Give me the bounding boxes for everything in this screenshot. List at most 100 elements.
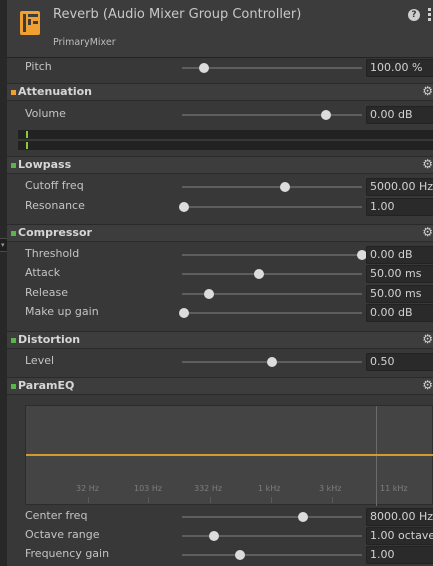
eq-center-marker [376,406,377,506]
vu-meter-left [18,130,433,139]
makeup-row: Make up gain 0.00 dB [7,303,433,323]
level-slider[interactable] [182,357,362,367]
compressor-title: Compressor [18,226,92,239]
octave-range-slider-thumb[interactable] [209,531,220,541]
resonance-slider[interactable] [178,202,362,212]
eq-grid-tick [332,497,333,503]
resonance-value-field[interactable]: 1.00 [366,198,433,216]
component-title: Reverb (Audio Mixer Group Controller) [53,7,302,22]
level-row: Level 0.50 [7,352,433,372]
level-value-field[interactable]: 0.50 [366,353,433,371]
left-edge-strip: ▾ [0,0,7,566]
eq-grid-tick [88,497,89,503]
lowpass-title: Lowpass [18,158,72,171]
eq-grid-tick [210,497,211,503]
release-row: Release 50.00 ms [7,284,433,304]
vu-meter-level [26,142,28,149]
attenuation-title: Attenuation [18,85,92,98]
cutoff-slider-thumb[interactable] [279,182,290,192]
gear-icon[interactable]: ⚙ [422,84,433,98]
frequency-gain-label: Frequency gain [25,547,110,560]
center-freq-slider-thumb[interactable] [297,512,308,522]
pitch-value-field[interactable]: 100.00 % [366,59,433,77]
distortion-color-swatch [11,338,16,343]
inspector-header: Reverb (Audio Mixer Group Controller) Pr… [7,0,433,58]
vu-meter-right [18,141,433,150]
eq-response-curve [26,454,433,456]
release-slider-thumb[interactable] [204,289,214,299]
makeup-label: Make up gain [25,305,99,318]
gear-icon[interactable]: ⚙ [422,157,433,171]
eq-grid-tick [271,497,272,503]
attack-label: Attack [25,266,61,279]
center-freq-row: Center freq 8000.00 Hz [7,507,433,527]
threshold-slider[interactable] [182,250,367,260]
threshold-value-field[interactable]: 0.00 dB [366,246,433,264]
attack-slider-thumb[interactable] [254,269,265,279]
level-label: Level [25,354,55,367]
cutoff-value-field[interactable]: 5000.00 Hz [366,178,433,196]
frequency-gain-slider-thumb[interactable] [234,550,245,560]
frequency-gain-row: Frequency gain 1.00 [7,545,433,565]
center-freq-value-field[interactable]: 8000.00 Hz [366,508,433,526]
inspector-panel: Reverb (Audio Mixer Group Controller) Pr… [7,0,433,566]
makeup-value-field[interactable]: 0.00 dB [366,304,433,322]
parameq-title: ParamEQ [18,379,75,392]
eq-response-graph[interactable]: 32 Hz 103 Hz 332 Hz 1 kHz 3 kHz 11 kHz [25,405,433,506]
cutoff-row: Cutoff freq 5000.00 Hz [7,177,433,197]
section-compressor[interactable]: Compressor ⚙ [7,224,433,242]
volume-label: Volume [25,107,66,120]
volume-row: Volume 0.00 dB [7,105,433,125]
eq-freq-label: 3 kHz [319,484,342,493]
eq-freq-label: 103 Hz [134,484,163,493]
mixer-name: PrimaryMixer [53,37,116,48]
volume-slider-thumb[interactable] [321,110,331,120]
release-label: Release [25,286,68,299]
audio-mixer-group-icon [20,11,40,35]
pitch-slider[interactable] [182,63,362,73]
octave-range-value-field[interactable]: 1.00 octave [366,527,433,545]
parameq-color-swatch [11,384,16,389]
cutoff-slider[interactable] [182,182,362,192]
attack-slider[interactable] [182,269,362,279]
attack-row: Attack 50.00 ms [7,264,433,284]
pitch-row: Pitch 100.00 % [7,58,433,78]
gear-icon[interactable]: ⚙ [422,332,433,346]
compressor-color-swatch [11,231,16,236]
resonance-row: Resonance 1.00 [7,197,433,217]
makeup-slider[interactable] [178,308,362,318]
volume-value-field[interactable]: 0.00 dB [366,106,433,124]
eq-freq-label: 32 Hz [76,484,99,493]
section-distortion[interactable]: Distortion ⚙ [7,331,433,349]
collapse-arrow-icon[interactable]: ▾ [0,238,7,252]
attack-value-field[interactable]: 50.00 ms [366,265,433,283]
release-value-field[interactable]: 50.00 ms [366,285,433,303]
section-lowpass[interactable]: Lowpass ⚙ [7,156,433,174]
section-attenuation[interactable]: Attenuation ⚙ [7,83,433,101]
eq-freq-label: 1 kHz [258,484,281,493]
octave-range-row: Octave range 1.00 octave [7,526,433,546]
octave-range-label: Octave range [25,528,100,541]
octave-range-slider[interactable] [182,531,362,541]
kebab-menu-icon[interactable] [428,8,432,22]
center-freq-slider[interactable] [182,512,362,522]
level-slider-thumb[interactable] [267,357,277,367]
distortion-title: Distortion [18,333,81,346]
gear-icon[interactable]: ⚙ [422,225,433,239]
resonance-slider-thumb[interactable] [178,202,189,212]
cutoff-label: Cutoff freq [25,179,84,192]
threshold-label: Threshold [25,247,80,260]
threshold-row: Threshold 0.00 dB [7,245,433,265]
volume-slider[interactable] [182,110,362,120]
section-parameq[interactable]: ParamEQ ⚙ [7,377,433,395]
pitch-slider-thumb[interactable] [198,63,209,73]
gear-icon[interactable]: ⚙ [422,378,433,392]
release-slider[interactable] [182,289,362,299]
pitch-label: Pitch [25,60,52,73]
center-freq-label: Center freq [25,509,88,522]
frequency-gain-value-field[interactable]: 1.00 [366,546,433,564]
help-icon[interactable]: ? [408,9,420,21]
makeup-slider-thumb[interactable] [178,308,189,318]
eq-freq-label: 332 Hz [194,484,223,493]
frequency-gain-slider[interactable] [182,550,362,560]
